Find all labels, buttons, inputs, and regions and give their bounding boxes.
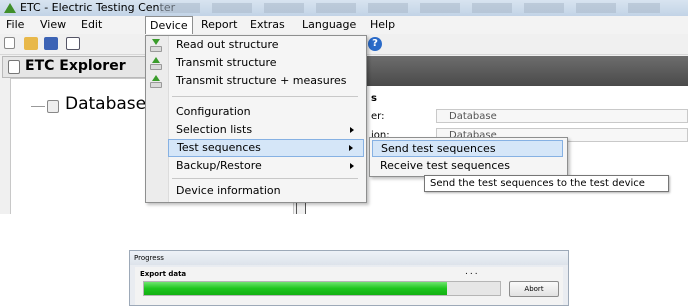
app-logo-icon: [4, 3, 16, 13]
explorer-header: ETC Explorer: [2, 56, 154, 78]
download-icon: [149, 39, 163, 52]
title-bar: ETC - Electric Testing Center: [0, 0, 688, 16]
new-icon[interactable]: [4, 37, 15, 49]
device-menu: Read out structure Transmit structure Tr…: [145, 35, 367, 203]
save-icon[interactable]: [44, 37, 58, 50]
progress-dialog: Progress Export data ... Abort: [129, 250, 569, 306]
menu-item-receive-test-sequences[interactable]: Receive test sequences: [372, 158, 563, 175]
menu-item-label: Test sequences: [177, 141, 261, 154]
property-label-2: er:: [371, 111, 385, 122]
database-node-icon: [47, 100, 59, 113]
blurred-title-area: [160, 3, 660, 13]
submenu-arrow-icon: [350, 127, 354, 133]
property-field-2[interactable]: Database: [436, 109, 688, 123]
menu-language[interactable]: Language: [298, 16, 360, 34]
progress-bar: [143, 281, 501, 296]
tooltip: Send the test sequences to the test devi…: [424, 175, 669, 192]
menu-item-transmit-structure-measures[interactable]: Transmit structure + measures: [168, 72, 364, 90]
menu-file[interactable]: File: [2, 16, 28, 34]
menu-item-test-sequences[interactable]: Test sequences: [168, 139, 364, 157]
menu-bar: File View Edit Device Report Extras Lang…: [0, 16, 688, 34]
upload-measures-icon: [149, 75, 163, 88]
progress-dots: ...: [465, 267, 480, 277]
menu-item-read-out-structure[interactable]: Read out structure: [168, 36, 364, 54]
progress-dialog-body: Export data ... Abort: [135, 267, 563, 305]
menu-help[interactable]: Help: [366, 16, 399, 34]
menu-view[interactable]: View: [36, 16, 70, 34]
progress-bar-fill: [144, 282, 447, 295]
open-icon[interactable]: [24, 37, 38, 50]
menu-separator: [172, 96, 358, 97]
submenu-arrow-icon: [349, 145, 353, 151]
menu-item-label: Backup/Restore: [176, 159, 262, 172]
window-title: ETC - Electric Testing Center: [20, 1, 176, 14]
menu-item-backup-restore[interactable]: Backup/Restore: [168, 157, 364, 175]
menu-separator: [172, 178, 358, 179]
menu-extras[interactable]: Extras: [246, 16, 289, 34]
menu-device[interactable]: Device: [145, 16, 193, 34]
upload-icon: [149, 57, 163, 70]
menu-item-device-information[interactable]: Device information: [168, 182, 364, 200]
menu-item-configuration[interactable]: Configuration: [168, 103, 364, 121]
mail-icon[interactable]: [66, 37, 80, 50]
explorer-icon: [8, 60, 20, 74]
menu-item-selection-lists[interactable]: Selection lists: [168, 121, 364, 139]
menu-report[interactable]: Report: [197, 16, 241, 34]
progress-label: Export data: [140, 270, 187, 278]
menu-item-label: Selection lists: [176, 123, 253, 136]
menu-edit[interactable]: Edit: [77, 16, 106, 34]
details-section-label: s: [371, 93, 377, 104]
explorer-title: ETC Explorer: [25, 58, 126, 74]
menu-item-send-test-sequences[interactable]: Send test sequences: [372, 140, 563, 157]
abort-button[interactable]: Abort: [509, 281, 559, 297]
menu-item-transmit-structure[interactable]: Transmit structure: [168, 54, 364, 72]
help-icon[interactable]: ?: [368, 37, 382, 51]
progress-dialog-title: Progress: [130, 251, 568, 265]
submenu-arrow-icon: [350, 163, 354, 169]
tree-connector-line: [31, 106, 45, 107]
test-sequences-submenu: Send test sequences Receive test sequenc…: [369, 137, 568, 177]
tree-node-database[interactable]: Database: [65, 94, 146, 114]
